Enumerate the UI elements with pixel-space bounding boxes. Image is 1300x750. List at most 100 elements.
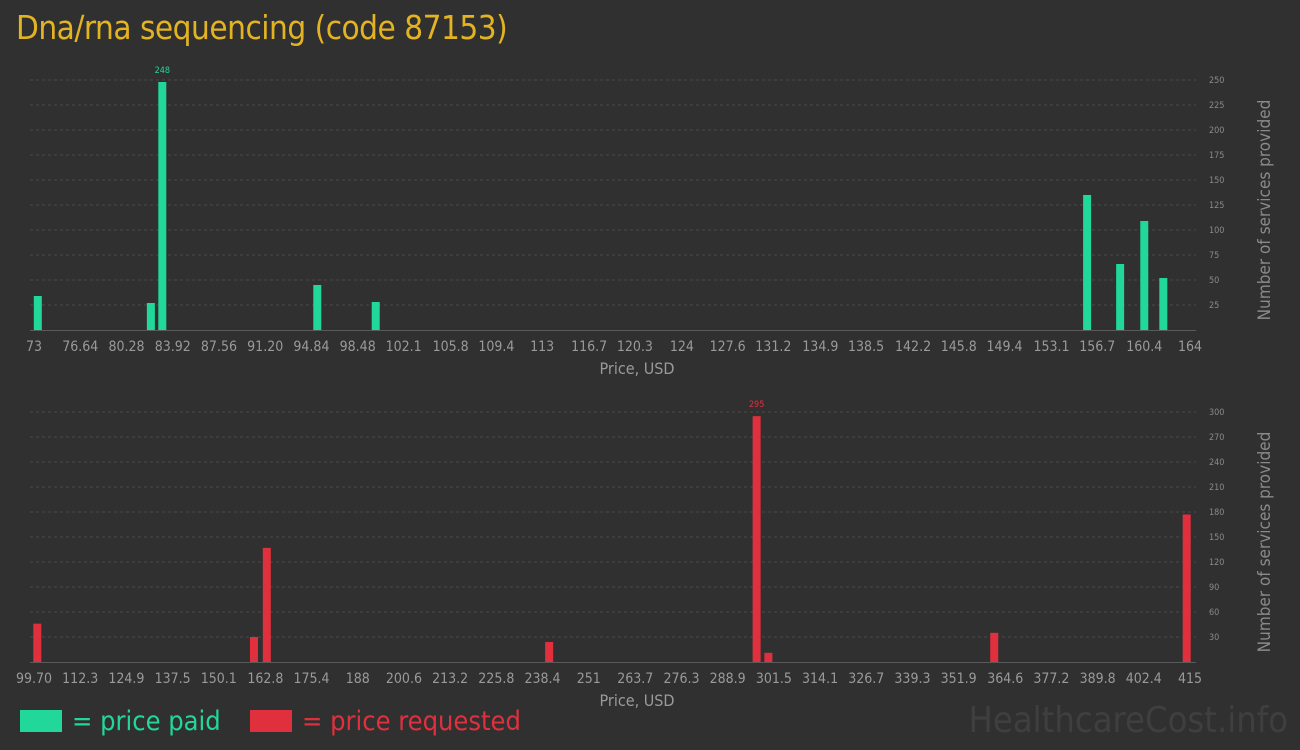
chart1-bar [764,652,773,662]
chart0-bar [158,82,167,330]
chart0-x-tick-label: 149.4 [987,339,1023,355]
chart1-x-tick-label: 326.7 [848,671,884,687]
chart0-x-tick-label: 142.2 [895,339,931,355]
legend-label-requested: = price requested [302,705,521,737]
chart1-x-tick-label: 377.2 [1033,671,1069,687]
chart1-x-tick-label: 415 [1178,671,1202,687]
chart1-x-tick-label: 288.9 [710,671,746,687]
chart0-x-tick-label: 164 [1178,339,1202,355]
chart1-bar [1182,514,1191,662]
chart0-x-tick-label: 116.7 [571,339,607,355]
chart1-x-tick-label: 200.6 [386,671,422,687]
chart1-x-tick-label: 339.3 [894,671,930,687]
chart0-y-tick-label: 25 [1209,301,1219,311]
chart0-x-tick-label: 124 [670,339,694,355]
chart1-x-tick-label: 276.3 [663,671,699,687]
chart1-x-tick-label: 251 [577,671,601,687]
chart0-y-tick-label: 225 [1209,101,1224,111]
chart0-y-tick-label: 50 [1209,276,1219,286]
chart1-x-tick-label: 402.4 [1126,671,1162,687]
chart0-x-tick-label: 160.4 [1126,339,1162,355]
chart1-x-tick-label: 112.3 [62,671,98,687]
legend-swatch-paid [20,710,62,732]
chart1-bar [249,637,258,662]
chart1-x-tick-label: 99.70 [16,671,52,687]
chart0-y-tick-label: 100 [1209,226,1224,236]
chart1-bar [33,623,42,662]
chart1-x-tick-label: 150.1 [201,671,237,687]
chart0-y-tick-label: 250 [1209,76,1224,86]
price-paid-chart: 25 50 75 100 125 150 175 200 225 250 73 76.64 80.28 8… [26,66,1275,378]
price-requested-chart: 30 60 90 120 150 180 210 240 270 300 99.70 112.3 124… [16,400,1275,710]
chart0-x-tick-label: 102.1 [386,339,422,355]
chart1-y-tick-label: 180 [1209,508,1224,518]
chart0-x-tick-label: 83.92 [155,339,191,355]
chart0-x-tick-label: 113 [530,339,554,355]
chart1-x-tick-label: 137.5 [155,671,191,687]
chart0-x-tick-label: 73 [26,339,42,355]
chart1-y-tick-label: 300 [1209,408,1224,418]
legend-price-requested: = price requested [250,704,521,738]
chart0-y-tick-label: 75 [1209,251,1219,261]
chart0-bar-value-label: 248 [155,66,170,76]
chart1-x-tick-label: 364.6 [987,671,1023,687]
chart0-x-tick-label: 109.4 [478,339,514,355]
chart0-y-tick-label: 150 [1209,176,1224,186]
chart1-x-tick-label: 162.8 [247,671,283,687]
chart1-bar [545,642,554,662]
chart0-bar [1140,221,1149,330]
chart1-x-tick-label: 389.8 [1080,671,1116,687]
chart0-y-tick-label: 175 [1209,151,1224,161]
chart1-x-tick-label: 351.9 [941,671,977,687]
chart0-y-tick-label: 125 [1209,201,1224,211]
chart0-y-axis-label: Number of services provided [1255,100,1275,321]
chart1-y-tick-label: 150 [1209,533,1224,543]
chart0-bar [313,285,322,330]
chart1-x-tick-label: 225.8 [478,671,514,687]
chart0-x-tick-label: 153.1 [1034,339,1070,355]
legend-label-paid: = price paid [72,705,221,737]
chart1-bar [990,632,999,662]
chart1-y-tick-label: 120 [1209,558,1224,568]
chart0-bar [33,296,42,330]
chart0-bar [371,302,380,330]
chart1-x-axis-label: Price, USD [600,691,675,710]
chart1-x-tick-label: 314.1 [802,671,838,687]
chart1-y-tick-label: 90 [1209,583,1219,593]
chart1-x-tick-label: 238.4 [524,671,560,687]
chart1-bar [752,416,761,662]
chart0-x-tick-label: 127.6 [710,339,746,355]
chart0-bar [1159,278,1168,330]
chart0-y-tick-label: 200 [1209,126,1224,136]
chart0-x-tick-label: 120.3 [617,339,653,355]
chart1-x-tick-label: 301.5 [756,671,792,687]
chart1-x-tick-label: 124.9 [108,671,144,687]
chart1-y-tick-label: 240 [1209,458,1224,468]
chart0-bar [1116,264,1125,330]
chart1-y-tick-label: 60 [1209,608,1219,618]
chart1-x-tick-label: 188 [346,671,370,687]
chart1-y-tick-label: 270 [1209,433,1224,443]
chart0-x-tick-label: 76.64 [62,339,98,355]
chart0-x-tick-label: 131.2 [755,339,791,355]
chart1-y-axis-label: Number of services provided [1255,432,1275,653]
legend-price-paid: = price paid [20,704,221,738]
chart1-x-tick-label: 175.4 [294,671,330,687]
legend-swatch-requested [250,710,292,732]
chart0-x-tick-label: 80.28 [108,339,144,355]
chart0-bar [146,303,155,330]
chart1-y-tick-label: 30 [1209,633,1219,643]
chart0-x-axis-label: Price, USD [600,359,675,378]
chart0-x-tick-label: 138.5 [848,339,884,355]
chart1-y-tick-label: 210 [1209,483,1224,493]
chart1-x-tick-label: 213.2 [432,671,468,687]
chart0-x-tick-label: 156.7 [1079,339,1115,355]
chart0-bar [1083,195,1092,330]
chart1-bar [262,547,271,662]
chart0-x-tick-label: 134.9 [802,339,838,355]
chart0-x-tick-label: 145.8 [941,339,977,355]
chart0-x-tick-label: 87.56 [201,339,237,355]
watermark: HealthcareCost.info [968,700,1288,741]
page: Dna/rna sequencing (code 87153) 25 50 75 10… [0,0,1300,750]
chart1-bar-value-label: 295 [749,400,764,410]
